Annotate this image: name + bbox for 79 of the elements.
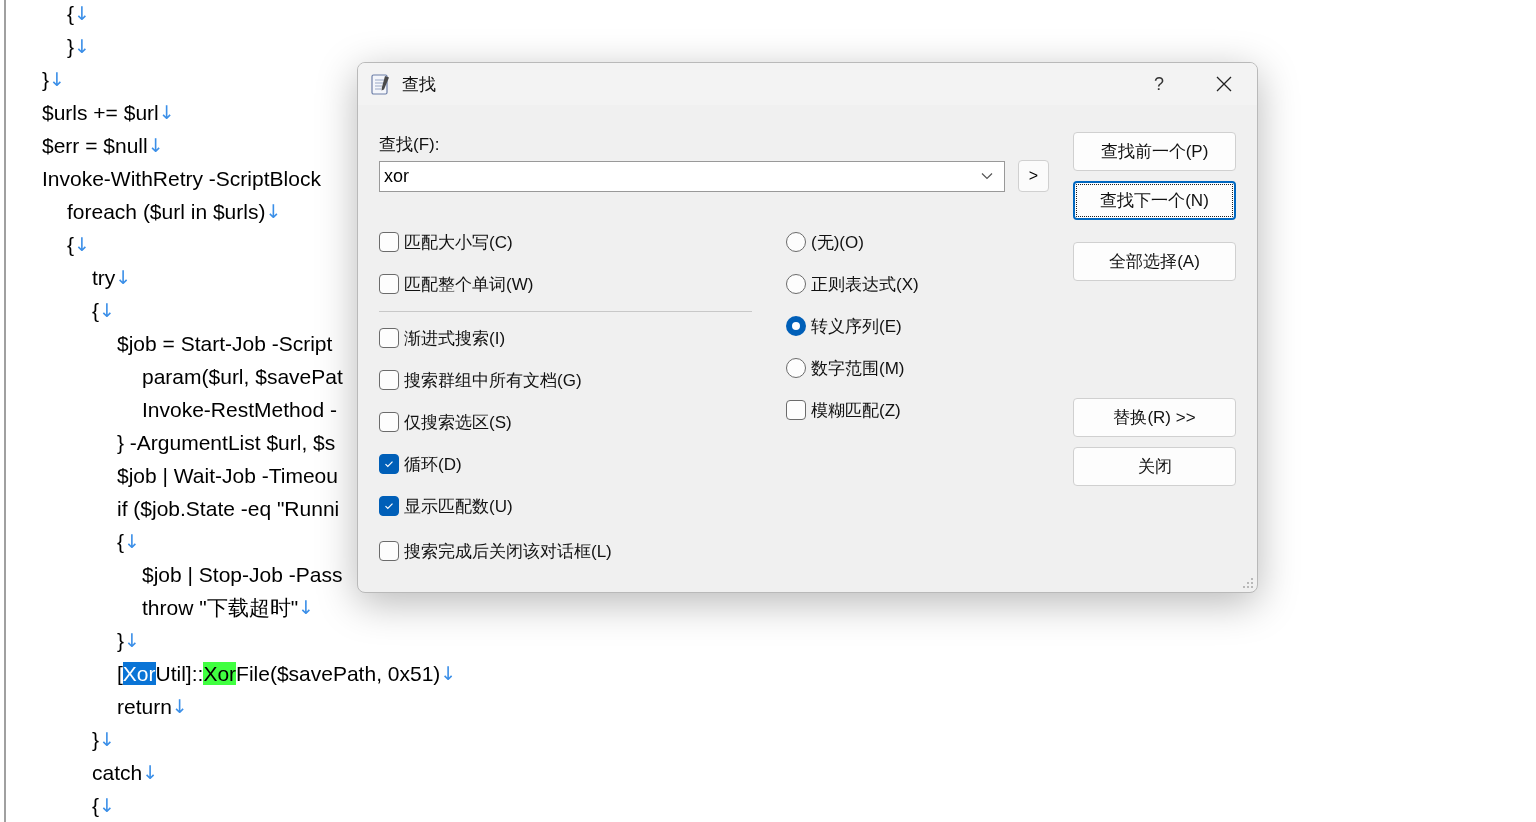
radio-button[interactable]	[786, 316, 806, 336]
dialog-button[interactable]: 替换(R) >>	[1073, 398, 1236, 437]
resize-grip-icon	[1242, 577, 1254, 589]
radio-button[interactable]	[786, 232, 806, 252]
code-line: }	[67, 34, 74, 60]
line-end-marker: ↓	[74, 34, 90, 59]
checkbox-label: 搜索群组中所有文档(G)	[404, 369, 582, 392]
code-line: throw "下载超时"	[142, 595, 299, 621]
line-end-marker: ↓	[124, 628, 140, 653]
code-line: $job | Wait-Job -Timeou	[117, 463, 338, 489]
dialog-title: 查找	[402, 73, 436, 96]
help-button[interactable]: ?	[1139, 64, 1179, 104]
code-line: $job | Stop-Job -Pass	[142, 562, 343, 588]
checkbox-label: 匹配整个单词(W)	[404, 273, 534, 296]
checkbox-label: 仅搜索选区(S)	[404, 411, 512, 434]
radio-button[interactable]	[786, 274, 806, 294]
code-line: Invoke-RestMethod -	[142, 397, 337, 423]
code-line: {	[67, 1, 74, 27]
code-line: $job = Start-Job -Script	[117, 331, 333, 357]
line-end-marker: ↓	[158, 100, 175, 125]
code-line: }	[42, 67, 49, 93]
code-line: {	[92, 793, 99, 819]
line-end-marker: ↓	[49, 67, 65, 92]
code-line: if ($job.State -eq "Runni	[117, 496, 340, 522]
dialog-button[interactable]: 关闭	[1073, 447, 1236, 486]
checkbox[interactable]	[379, 328, 399, 348]
line-end-marker: ↓	[115, 265, 132, 290]
line-end-marker: ↓	[142, 760, 159, 785]
radio-label: 转义序列(E)	[811, 315, 902, 338]
checkbox[interactable]	[379, 541, 399, 561]
checkbox[interactable]	[379, 412, 399, 432]
code-line: $err = $null	[42, 133, 148, 159]
line-end-marker: ↓	[74, 1, 90, 26]
code-line: Invoke-WithRetry -ScriptBlock	[42, 166, 321, 192]
checkbox-label: 匹配大小写(C)	[404, 231, 513, 254]
code-line: }	[117, 628, 124, 654]
line-end-marker: ↓	[74, 232, 90, 257]
checkbox[interactable]	[379, 274, 399, 294]
line-end-marker: ↓	[171, 694, 188, 719]
code-line: {	[117, 529, 124, 555]
code-line: $urls += $url	[42, 100, 159, 126]
line-end-marker: ↓	[265, 199, 282, 224]
code-line: } -ArgumentList $url, $s	[117, 430, 336, 456]
close-icon	[1216, 76, 1232, 92]
code-line: }	[92, 727, 99, 753]
radio-label: 数字范围(M)	[811, 357, 905, 380]
checkbox[interactable]	[379, 454, 399, 474]
line-end-marker: ↓	[99, 727, 115, 752]
checkbox-label: 模糊匹配(Z)	[811, 399, 901, 422]
code-line: param($url, $savePat	[142, 364, 343, 390]
line-end-marker: ↓	[440, 661, 457, 686]
checkbox-label: 渐进式搜索(I)	[404, 327, 506, 350]
dialog-button[interactable]: 全部选择(A)	[1073, 242, 1236, 281]
line-end-marker: ↓	[99, 298, 115, 323]
checkbox[interactable]	[379, 496, 399, 516]
code-line: return	[117, 694, 172, 720]
expand-button[interactable]: >	[1018, 160, 1049, 192]
line-end-marker: ↓	[99, 793, 115, 818]
dialog-button[interactable]: 查找前一个(P)	[1073, 132, 1236, 171]
radio-label: 正则表达式(X)	[811, 273, 919, 296]
radio-button[interactable]	[786, 358, 806, 378]
checkbox-label: 显示匹配数(U)	[404, 495, 513, 518]
code-line: catch	[92, 760, 143, 786]
checkbox[interactable]	[379, 232, 399, 252]
line-end-marker: ↓	[124, 529, 140, 554]
checkbox[interactable]	[786, 400, 806, 420]
radio-label: (无)(O)	[811, 231, 864, 254]
line-end-marker: ↓	[147, 133, 164, 158]
checkbox-label: 循环(D)	[404, 453, 462, 476]
notepad-icon	[370, 72, 392, 96]
checkbox[interactable]	[379, 370, 399, 390]
line-end-marker: ↓	[298, 595, 315, 620]
code-line: {	[92, 298, 99, 324]
code-line: try	[92, 265, 116, 291]
code-line: foreach ($url in $urls)	[67, 199, 266, 225]
code-line: {	[67, 232, 74, 258]
checkbox-label: 搜索完成后关闭该对话框(L)	[404, 540, 612, 563]
find-label: 查找(F):	[379, 134, 441, 156]
dialog-button[interactable]: 查找下一个(N)	[1073, 181, 1236, 220]
